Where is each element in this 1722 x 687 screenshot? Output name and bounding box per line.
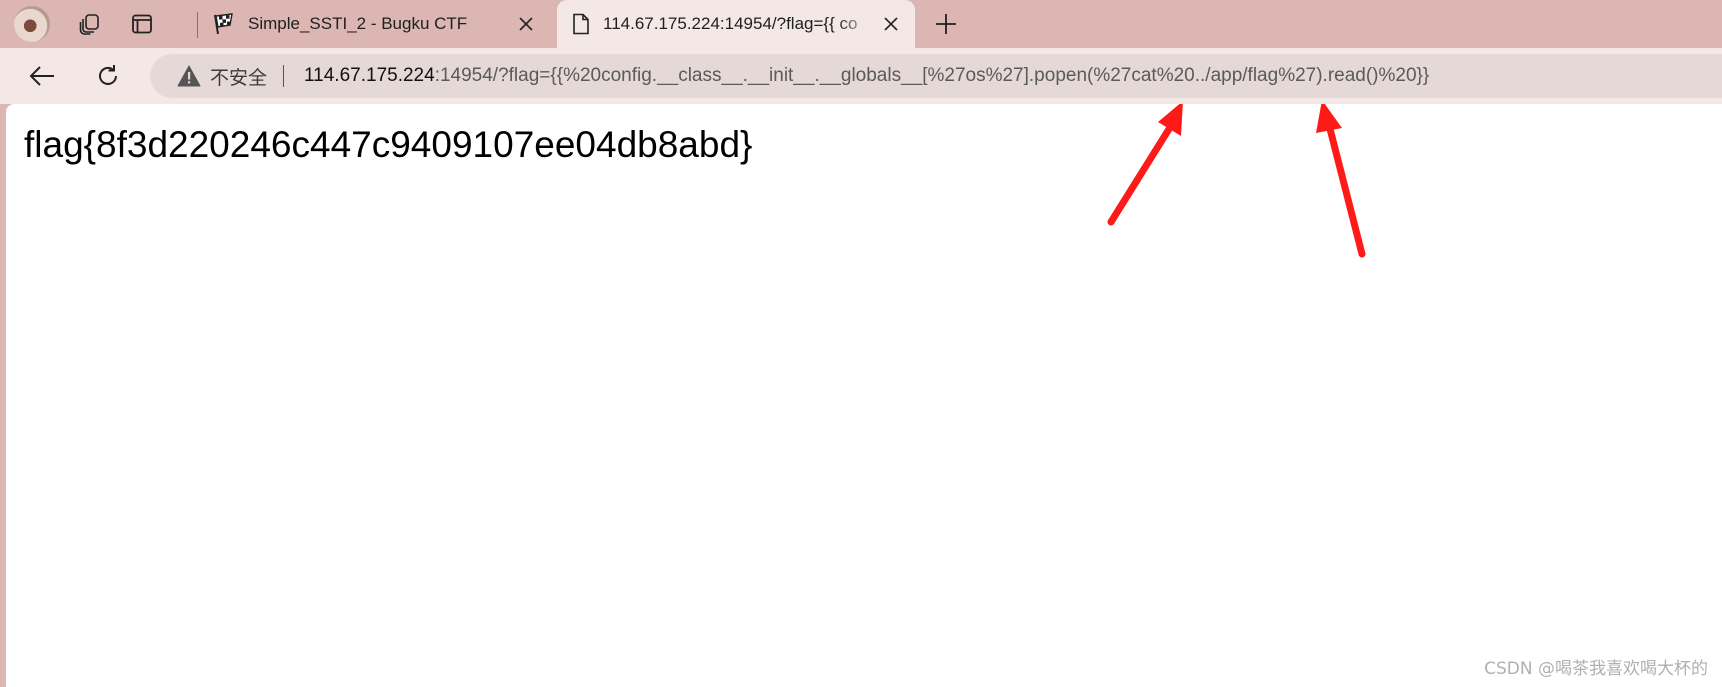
annotation-arrow-left — [1107, 104, 1183, 226]
warning-icon[interactable] — [176, 63, 202, 89]
browser-window: Simple_SSTI_2 - Bugku CTF 114.67.175.224… — [0, 0, 1722, 687]
url-host: 114.67.175.224 — [304, 65, 435, 86]
page-icon — [573, 13, 589, 35]
close-icon — [519, 17, 533, 31]
workspaces-icon — [79, 14, 99, 35]
flag-output-text: flag{8f3d220246c447c9409107ee04db8abd} — [24, 124, 753, 165]
page-content: flag{8f3d220246c447c9409107ee04db8abd} C… — [6, 104, 1722, 687]
checkered-flag-icon — [214, 13, 233, 35]
profile-avatar[interactable] — [14, 6, 50, 42]
back-button[interactable] — [24, 58, 60, 94]
back-arrow-icon — [29, 66, 54, 86]
tab-flag-page[interactable]: 114.67.175.224:14954/?flag={{ co — [557, 0, 915, 48]
close-icon — [884, 17, 898, 31]
address-separator — [283, 65, 285, 87]
vertical-tabs-icon — [132, 14, 152, 34]
reload-icon — [99, 65, 117, 85]
annotation-arrow-right — [1316, 104, 1366, 258]
url-path: :14954/?flag={{%20config.__class__.__ini… — [434, 65, 1430, 86]
csdn-watermark: CSDN @喝茶我喜欢喝大杯的 — [1484, 659, 1708, 679]
annotation-arrows — [1107, 104, 1366, 258]
new-tab-button[interactable] — [928, 6, 964, 42]
tab-separator — [197, 12, 198, 38]
security-status-label[interactable]: 不安全 — [210, 63, 267, 90]
tab-title: 114.67.175.224:14954/?flag={{ co — [603, 14, 858, 33]
url-text[interactable]: 114.67.175.224:14954/?flag={{%20config._… — [304, 65, 1429, 87]
tab-close-button[interactable] — [512, 10, 540, 38]
workspaces-button[interactable] — [72, 6, 108, 42]
address-bar[interactable]: 不安全 114.67.175.224:14954/?flag={{%20conf… — [150, 54, 1722, 98]
tab-close-button[interactable] — [877, 10, 905, 38]
tab-strip: Simple_SSTI_2 - Bugku CTF 114.67.175.224… — [0, 0, 1722, 48]
tab-actions-button[interactable] — [124, 6, 160, 42]
reload-button[interactable] — [90, 58, 126, 94]
tab-title: Simple_SSTI_2 - Bugku CTF — [248, 14, 468, 33]
navigation-toolbar: 不安全 114.67.175.224:14954/?flag={{%20conf… — [0, 48, 1722, 104]
plus-icon — [936, 14, 956, 34]
tab-simple-ssti[interactable]: Simple_SSTI_2 - Bugku CTF — [208, 0, 550, 48]
